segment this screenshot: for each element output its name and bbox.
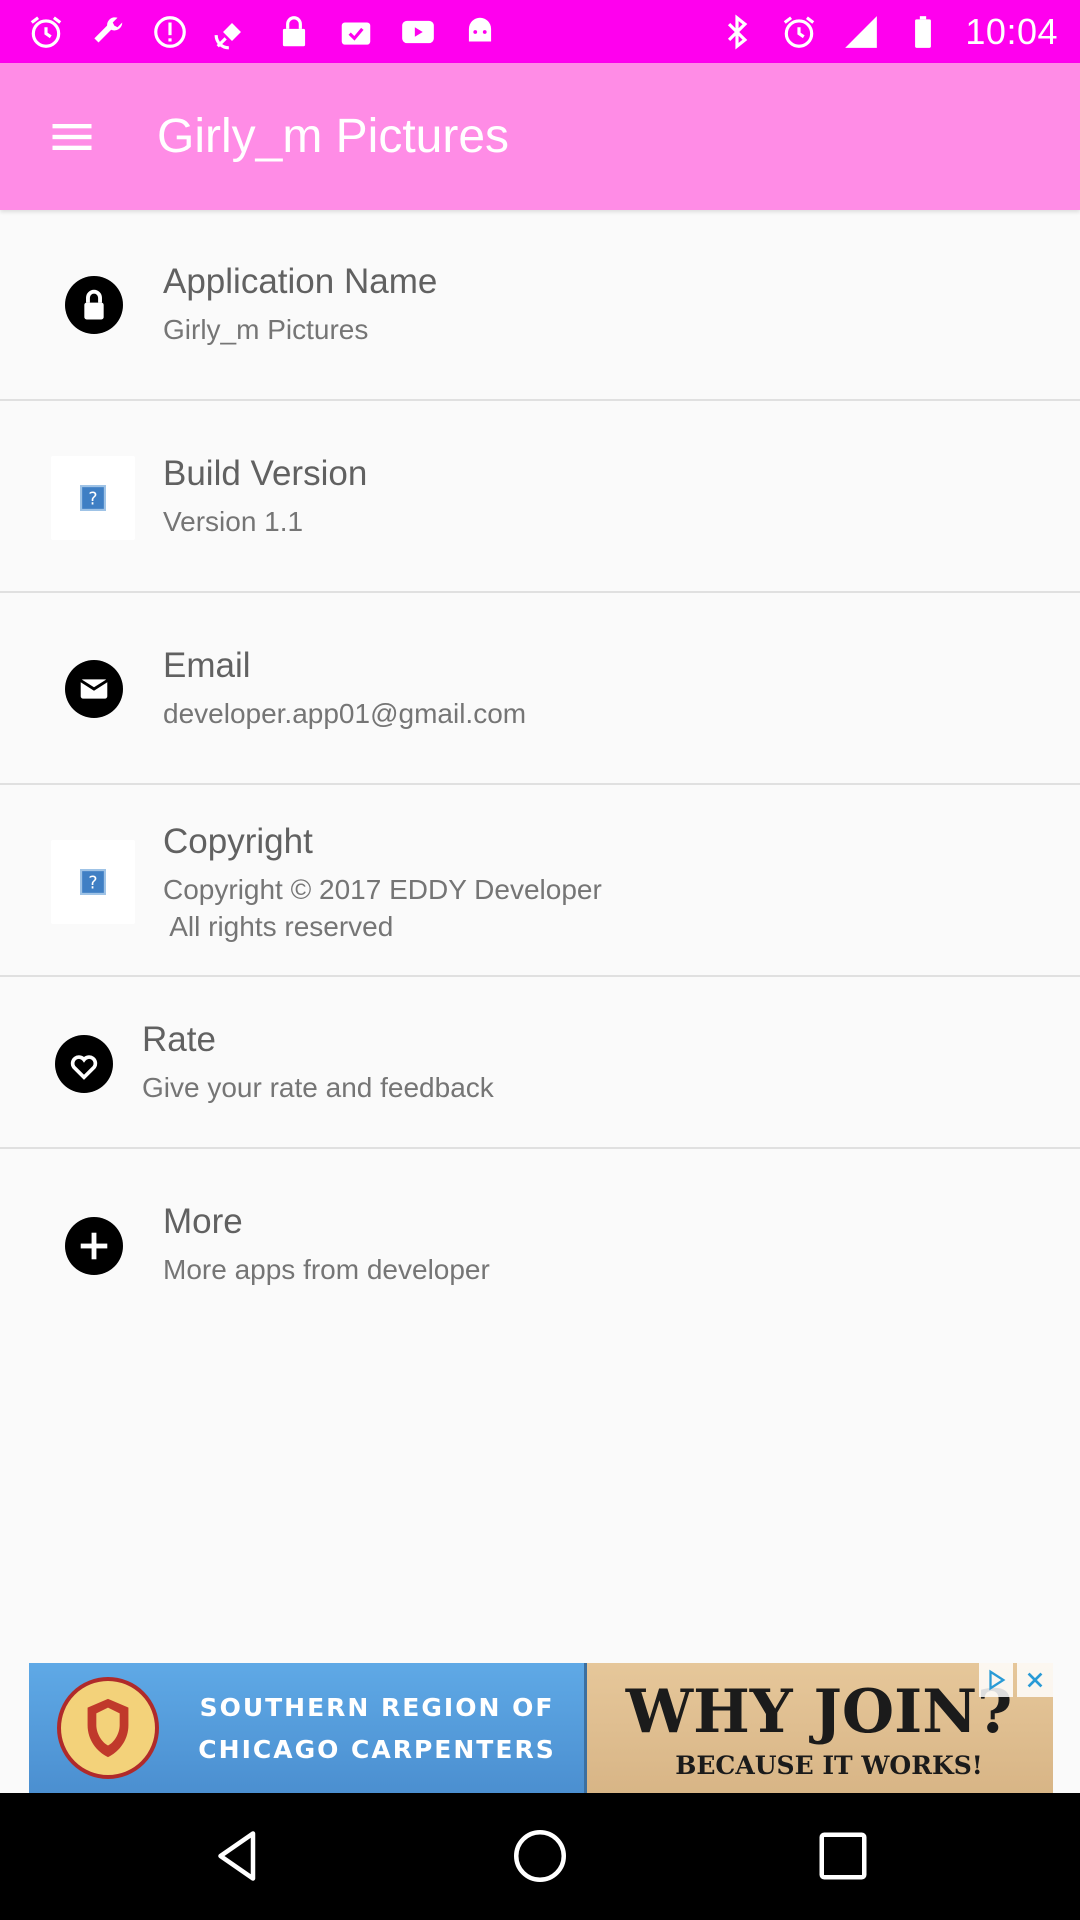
app-bar: Girly_m Pictures [0,63,1080,210]
list-item-subtitle: Version 1.1 [163,506,304,537]
list-item-title: Email [163,646,251,685]
app-title: Girly_m Pictures [157,110,510,163]
status-left-icons [26,12,500,52]
alarm-icon [26,12,66,52]
list-item-subtitle: Give your rate and feedback [142,1072,494,1103]
alarm-icon [779,12,819,52]
list-item-subtitle: Girly_m Pictures [163,314,369,345]
hamburger-menu-icon[interactable] [42,107,102,167]
heart-circle-icon [42,1022,126,1106]
lock-circle-icon [52,263,136,347]
info-alert-icon [150,12,190,52]
battery-icon [903,12,943,52]
list-item-title: Application Name [163,262,438,301]
svg-text:?: ? [88,490,97,510]
list-item-title: Copyright [163,822,313,861]
home-icon[interactable] [507,1823,573,1889]
recents-icon[interactable] [810,1823,876,1889]
mail-circle-icon [52,647,136,731]
bluetooth-icon [717,12,757,52]
list-item-more[interactable]: More More apps from developer [0,1150,1080,1330]
ad-line2: CHICAGO CARPENTERS [198,1735,556,1764]
plus-circle-icon [52,1204,136,1288]
svg-text:?: ? [88,874,97,894]
system-nav-bar [0,1793,1080,1920]
satellite-icon [212,12,252,52]
youtube-icon [398,12,438,52]
back-icon[interactable] [205,1823,271,1889]
union-emblem-icon [57,1677,159,1779]
list-item-subtitle: More apps from developer [163,1254,490,1285]
task-icon [336,12,376,52]
list-item-build-version[interactable]: ? Build Version Version 1.1 [0,402,1080,593]
list-item-application-name[interactable]: Application Name Girly_m Pictures [0,210,1080,401]
list-item-email[interactable]: Email developer.app01@gmail.com [0,594,1080,785]
list-item-title: Build Version [163,454,368,493]
missing-image-icon: ? [51,456,135,540]
android-icon [460,12,500,52]
list-item-subtitle: developer.app01@gmail.com [163,698,527,729]
list-item-title: Rate [142,1020,216,1059]
ad-banner[interactable]: SOUTHERN REGION OF CHICAGO CARPENTERS WH… [29,1663,1053,1793]
ad-line1: SOUTHERN REGION OF [199,1693,555,1722]
status-bar: 10:04 [0,0,1080,63]
lock-icon [274,12,314,52]
missing-image-icon: ? [51,840,135,924]
status-time: 10:04 [965,10,1058,52]
list-item-subtitle: Copyright © 2017 EDDY Developer All righ… [163,874,602,942]
ad-headline: WHY JOIN? [625,1677,1013,1747]
list-item-rate[interactable]: Rate Give your rate and feedback [0,978,1080,1149]
ad-close-icon[interactable] [1017,1663,1053,1697]
ad-left-panel: SOUTHERN REGION OF CHICAGO CARPENTERS [29,1663,587,1793]
adchoices-icon[interactable] [979,1663,1013,1697]
status-right-icons: 10:04 [717,11,1058,53]
signal-icon [841,12,881,52]
list-item-title: More [163,1202,243,1241]
wrench-icon [88,12,128,52]
list-item-copyright[interactable]: ? Copyright Copyright © 2017 EDDY Develo… [0,786,1080,977]
ad-tagline: BECAUSE IT WORKS! [675,1751,983,1780]
